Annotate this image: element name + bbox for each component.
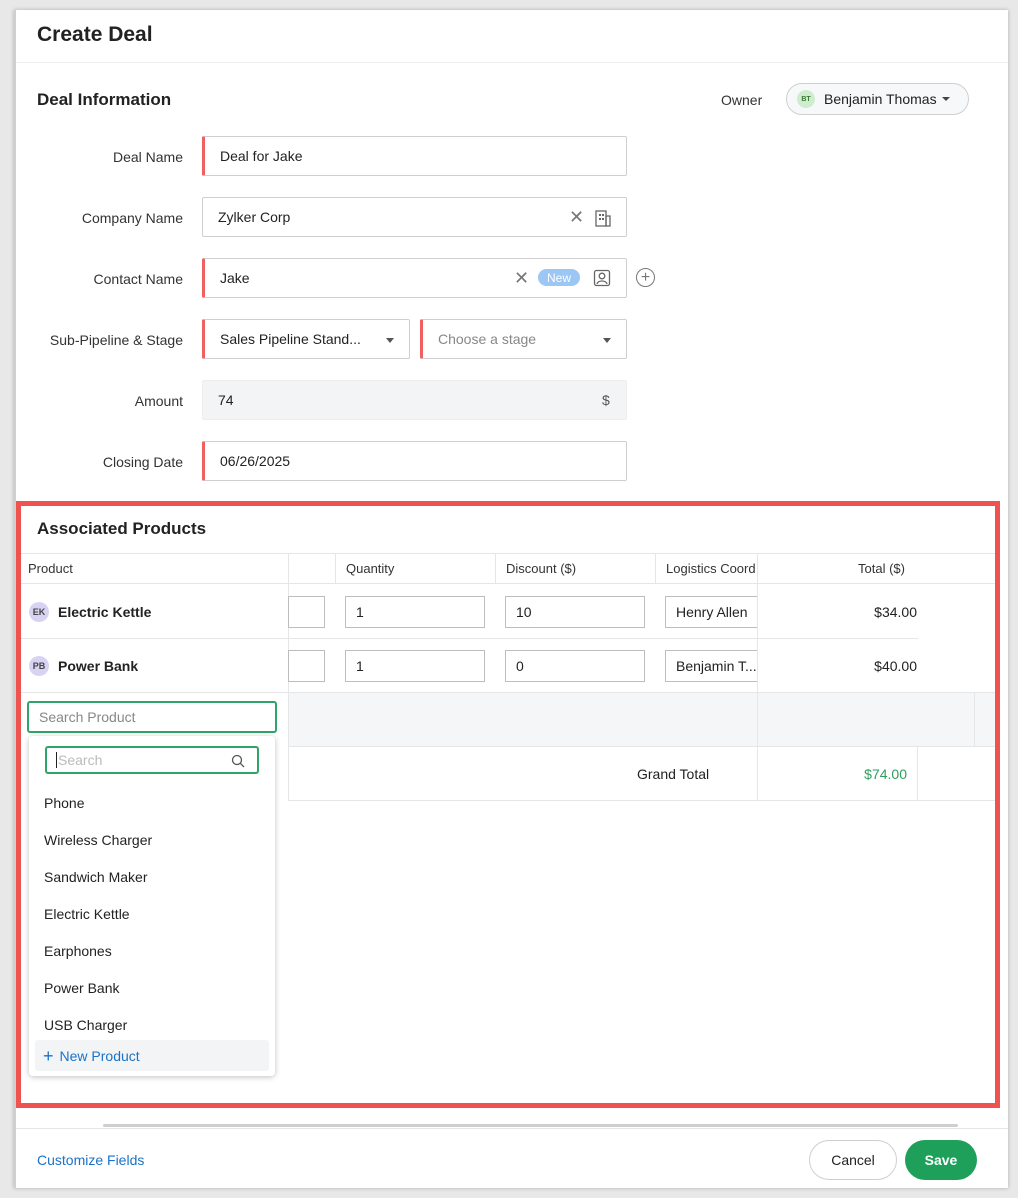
dropdown-item[interactable]: Power Bank	[44, 980, 119, 996]
horizontal-scrollbar[interactable]	[103, 1124, 958, 1127]
contact-name-label: Contact Name	[93, 271, 183, 287]
company-name-input[interactable]: Zylker Corp ✕	[202, 197, 627, 237]
sub-pipeline-value: Sales Pipeline Stand...	[220, 331, 361, 347]
search-icon	[231, 754, 245, 768]
closing-date-label: Closing Date	[102, 454, 183, 470]
footer-divider	[16, 1128, 1008, 1129]
cancel-button[interactable]: Cancel	[809, 1140, 897, 1180]
owner-avatar: BT	[797, 90, 815, 108]
sub-pipeline-select[interactable]: Sales Pipeline Stand...	[202, 319, 410, 359]
stage-select[interactable]: Choose a stage	[420, 319, 627, 359]
product-dropdown: Search Phone Wireless Charger Sandwich M…	[29, 736, 275, 1076]
plus-icon: +	[43, 1045, 54, 1066]
owner-label: Owner	[721, 92, 763, 108]
save-button[interactable]: Save	[905, 1140, 977, 1180]
closing-date-input[interactable]: 06/26/2025	[202, 441, 627, 481]
dropdown-item[interactable]: Electric Kettle	[44, 906, 130, 922]
dropdown-item[interactable]: Sandwich Maker	[44, 869, 148, 885]
page-header: Create Deal	[16, 10, 1008, 63]
dropdown-item[interactable]: Earphones	[44, 943, 112, 959]
dropdown-search-input[interactable]: Search	[45, 746, 259, 774]
company-lookup-icon[interactable]	[594, 208, 612, 228]
chevron-down-icon	[603, 338, 611, 343]
dropdown-item[interactable]: Phone	[44, 795, 84, 811]
page-title: Create Deal	[37, 23, 153, 46]
new-product-button[interactable]: + New Product	[35, 1040, 269, 1071]
dropdown-search-placeholder: Search	[58, 752, 103, 768]
pipeline-label: Sub-Pipeline & Stage	[49, 332, 183, 348]
contact-name-input[interactable]: Jake ✕ New	[202, 258, 627, 298]
closing-date-value: 06/26/2025	[220, 453, 291, 469]
new-badge: New	[538, 269, 581, 286]
company-name-value: Zylker Corp	[218, 209, 291, 225]
dropdown-item[interactable]: Wireless Charger	[44, 832, 152, 848]
new-product-label: New Product	[59, 1047, 140, 1064]
amount-value: 74	[218, 392, 234, 408]
stage-placeholder: Choose a stage	[438, 331, 537, 347]
amount-field: 74 $	[202, 380, 627, 420]
chevron-down-icon	[386, 338, 394, 343]
deal-info-title: Deal Information	[37, 90, 172, 109]
deal-name-input[interactable]: Deal for Jake	[202, 136, 627, 176]
owner-select[interactable]: BT Benjamin Thomas	[786, 83, 969, 115]
deal-name-label: Deal Name	[112, 149, 183, 165]
text-cursor	[56, 752, 57, 768]
contact-lookup-icon[interactable]	[593, 269, 611, 287]
add-contact-icon[interactable]: +	[636, 268, 655, 287]
owner-name: Benjamin Thomas	[824, 91, 937, 107]
currency-symbol: $	[602, 392, 610, 408]
clear-icon[interactable]: ✕	[514, 269, 529, 287]
deal-name-value: Deal for Jake	[220, 148, 303, 164]
amount-label: Amount	[134, 393, 183, 409]
dropdown-item[interactable]: USB Charger	[44, 1017, 127, 1033]
company-name-label: Company Name	[81, 210, 183, 226]
chevron-down-icon	[941, 97, 950, 101]
customize-fields-link[interactable]: Customize Fields	[37, 1152, 144, 1168]
contact-name-value: Jake	[220, 270, 250, 286]
clear-icon[interactable]: ✕	[569, 208, 584, 226]
